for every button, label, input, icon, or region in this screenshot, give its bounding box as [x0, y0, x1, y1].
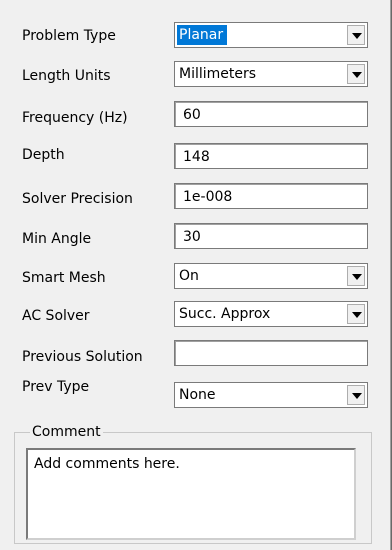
frequency-label: Frequency (Hz) — [22, 110, 128, 126]
min-angle-field[interactable]: 30 — [174, 223, 368, 249]
prev-type-label: Prev Type — [22, 379, 90, 395]
frequency-field[interactable]: 60 — [174, 101, 368, 127]
chevron-down-icon[interactable] — [347, 25, 365, 45]
depth-field[interactable]: 148 — [174, 143, 368, 169]
chevron-down-icon[interactable] — [347, 64, 365, 84]
chevron-down-icon[interactable] — [347, 266, 365, 286]
ac-solver-value: Succ. Approx — [179, 306, 271, 322]
ac-solver-label: AC Solver — [22, 308, 90, 324]
comment-group-title: Comment — [30, 423, 103, 441]
length-units-label: Length Units — [22, 68, 111, 84]
smart-mesh-dropdown[interactable]: On — [174, 263, 368, 289]
depth-label: Depth — [22, 147, 65, 163]
previous-solution-label: Previous Solution — [22, 349, 143, 365]
solver-precision-value: 1e-008 — [183, 189, 233, 205]
min-angle-label: Min Angle — [22, 231, 92, 247]
smart-mesh-label: Smart Mesh — [22, 270, 106, 286]
depth-value: 148 — [183, 149, 210, 165]
length-units-value: Millimeters — [179, 66, 257, 82]
comment-text: Add comments here. — [34, 456, 180, 472]
solver-precision-label: Solver Precision — [22, 191, 133, 207]
problem-type-label: Problem Type — [22, 28, 116, 44]
min-angle-value: 30 — [183, 229, 201, 245]
smart-mesh-value: On — [179, 268, 199, 284]
chevron-down-icon[interactable] — [347, 304, 365, 324]
previous-solution-field[interactable] — [174, 340, 368, 366]
problem-type-value: Planar — [177, 25, 228, 45]
comment-textarea[interactable]: Add comments here. — [26, 448, 356, 540]
prev-type-value: None — [179, 387, 216, 403]
solver-precision-field[interactable]: 1e-008 — [174, 183, 368, 209]
ac-solver-dropdown[interactable]: Succ. Approx — [174, 301, 368, 327]
length-units-dropdown[interactable]: Millimeters — [174, 61, 368, 87]
chevron-down-icon[interactable] — [347, 385, 365, 405]
frequency-value: 60 — [183, 107, 201, 123]
problem-type-dropdown[interactable]: Planar — [174, 22, 368, 48]
prev-type-dropdown[interactable]: None — [174, 382, 368, 408]
